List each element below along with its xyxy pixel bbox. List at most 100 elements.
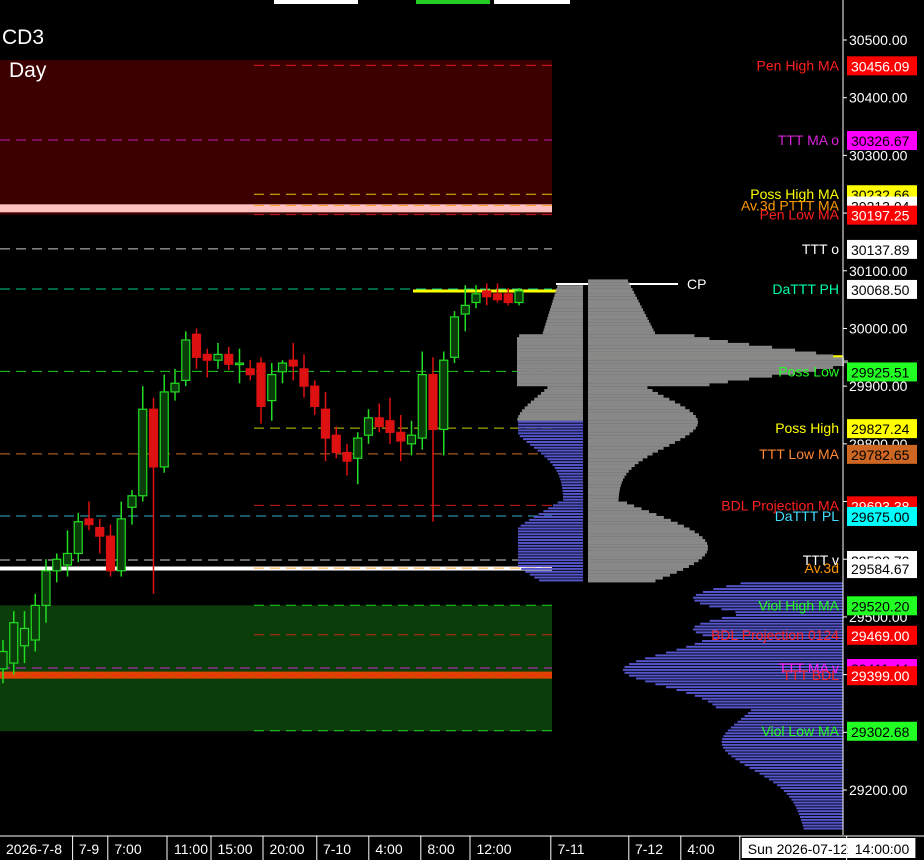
level-label: Av.3d [804,560,839,576]
profile-bar [747,712,843,715]
profile-bar [588,296,637,300]
candle-body [482,290,492,298]
profile-bar [588,544,708,548]
candle-body [460,304,470,315]
candle-body [138,408,148,497]
profile-bar [768,778,843,781]
profile-bar [740,582,843,585]
profile-bar [529,573,583,576]
profile-bar [588,426,696,430]
price-tick-label: 29200.00 [849,782,908,798]
profile-bar [588,556,703,560]
profile-bar [552,299,583,303]
profile-bar [721,616,843,619]
profile-bar [588,415,696,418]
profile-bar [518,556,583,559]
profile-bar [562,492,583,495]
level-label: Pen Low MA [760,207,840,223]
candle-body [73,521,83,555]
profile-bar [750,709,843,712]
profile-bar [588,487,621,491]
profile-bar [518,527,583,530]
profile-bar [588,412,694,416]
profile-bar [702,697,843,700]
candle-body [148,408,159,468]
profile-bar [559,475,583,478]
candle-body [353,437,363,459]
level-value: 29782.65 [851,447,910,463]
profile-bar [588,391,658,395]
time-tick-label: 4:00 [687,841,714,857]
candle-body [449,316,460,358]
profile-bar [588,302,640,306]
profile-bar [588,565,689,568]
cp-label: CP [687,276,706,292]
profile-bar [588,348,796,352]
profile-bar [517,417,583,421]
level-value: 29675.00 [851,509,910,525]
candle-body [310,385,320,407]
profile-bar [741,717,843,720]
profile-bar [588,357,845,361]
price-tick-label: 30000.00 [849,320,908,336]
profile-bar [518,420,583,423]
candle-body [191,333,202,358]
time-tick-label: 11:00 [174,841,208,857]
profile-bar [588,288,633,292]
level-label: DaTTT PH [772,281,839,297]
candle-body [30,604,40,641]
profile-bar [588,547,708,551]
profile-bar [548,314,583,318]
profile-bar [537,394,583,398]
profile-bar [588,464,635,468]
time-tick-label: 12:00 [476,841,511,857]
level-value: 30197.25 [851,208,910,224]
profile-bar [803,827,843,830]
profile-bar [539,579,583,582]
profile-bar [588,403,681,407]
profile-bar [588,285,631,289]
level-label: BDL Projection 0124 [711,627,839,643]
profile-bar [588,429,694,433]
candle-body [320,408,331,439]
level-label: Poss High [775,420,839,436]
level-label: Viol Low MA [761,723,839,739]
profile-bar [588,331,655,335]
candle-body [105,535,116,572]
profile-bar [588,435,686,439]
profile-bar [538,513,583,516]
profile-bar [702,590,843,593]
profile-bar [588,567,684,571]
profile-bar [557,285,583,289]
profile-bar [796,807,843,810]
profile-bar [588,539,706,543]
profile-bar [554,466,583,469]
profile-bar [588,328,654,332]
candle-body [159,391,169,468]
profile-bar [588,504,635,508]
candle-body [245,368,255,376]
profile-bar [686,645,843,648]
profile-bar [520,524,583,527]
level-label: Pen High MA [757,57,840,73]
time-tick-label: 15:00 [217,841,252,857]
time-tick-label: 8:00 [427,841,454,857]
profile-bar [588,533,700,537]
profile-bar [518,426,583,429]
candle-body [406,434,417,445]
candle-body [224,353,234,365]
candle-body [396,431,406,442]
profile-bar [517,363,583,367]
profile-bar [588,490,620,493]
level-value: 30456.09 [851,58,910,74]
price-chart[interactable]: CP30500.0030400.0030300.0030200.0030100.… [0,0,924,860]
profile-bar [518,550,583,553]
candle-body [439,359,449,431]
profile-bar [780,787,843,790]
profile-bar [773,781,843,784]
level-label: TTT o [802,241,839,257]
profile-bar [517,351,583,355]
profile-bar [519,435,583,438]
profile-bar [588,345,773,349]
profile-bar [754,769,843,772]
